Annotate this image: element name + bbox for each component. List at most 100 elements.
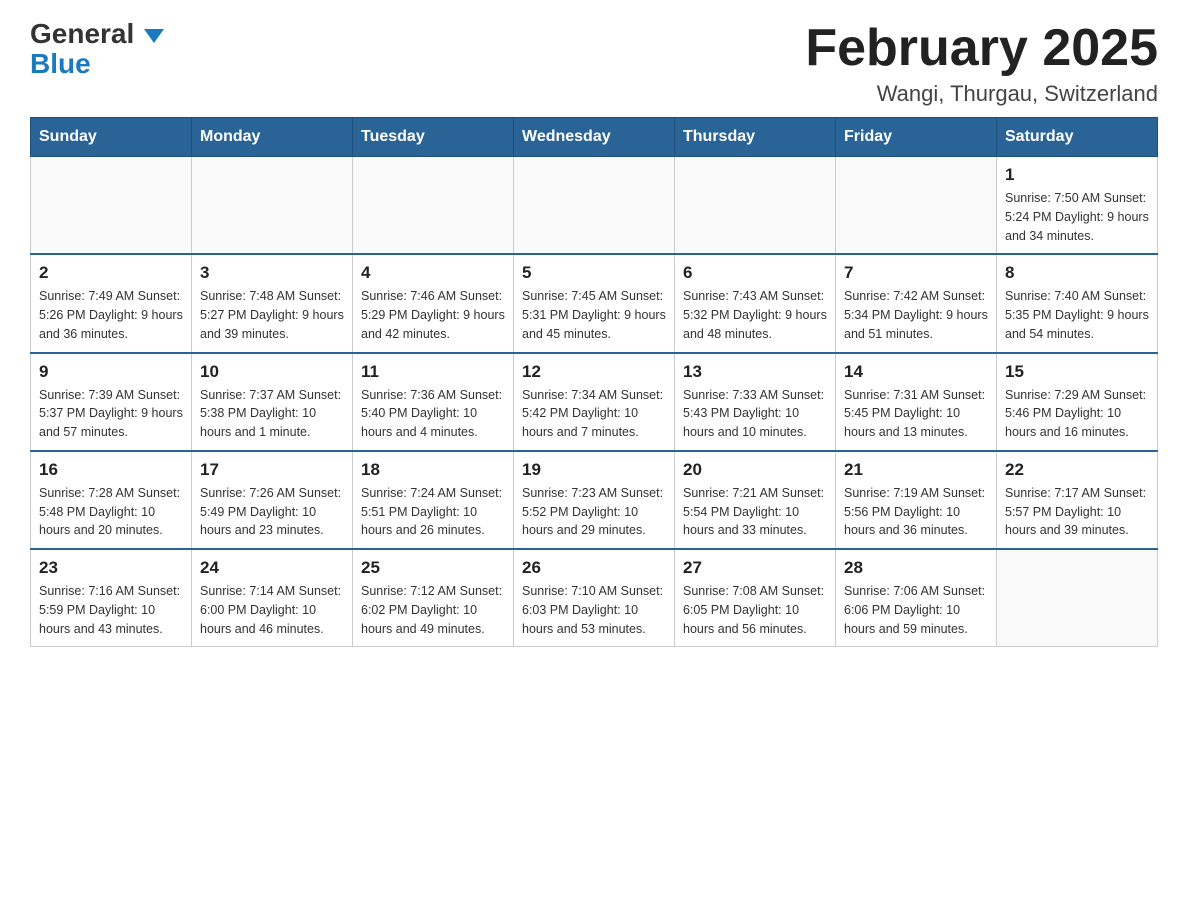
calendar-day-cell — [997, 549, 1158, 647]
day-info: Sunrise: 7:37 AM Sunset: 5:38 PM Dayligh… — [200, 386, 344, 442]
calendar-day-cell — [675, 157, 836, 255]
calendar-day-cell: 3 Sunrise: 7:48 AM Sunset: 5:27 PM Daylig… — [192, 254, 353, 352]
day-number: 25 — [361, 558, 505, 578]
day-info: Sunrise: 7:16 AM Sunset: 5:59 PM Dayligh… — [39, 582, 183, 638]
day-number: 20 — [683, 460, 827, 480]
calendar-day-cell: 27 Sunrise: 7:08 AM Sunset: 6:05 PM Dayli… — [675, 549, 836, 647]
day-info: Sunrise: 7:50 AM Sunset: 5:24 PM Dayligh… — [1005, 189, 1149, 245]
day-info: Sunrise: 7:49 AM Sunset: 5:26 PM Dayligh… — [39, 287, 183, 343]
calendar-day-cell: 8 Sunrise: 7:40 AM Sunset: 5:35 PM Daylig… — [997, 254, 1158, 352]
calendar-week-row: 1 Sunrise: 7:50 AM Sunset: 5:24 PM Daylig… — [31, 157, 1158, 255]
day-number: 7 — [844, 263, 988, 283]
calendar-day-cell — [836, 157, 997, 255]
calendar-day-cell: 2 Sunrise: 7:49 AM Sunset: 5:26 PM Daylig… — [31, 254, 192, 352]
calendar-day-cell — [192, 157, 353, 255]
calendar-day-cell: 21Sunrise: 7:19 AM Sunset: 5:56 PM Dayli… — [836, 451, 997, 549]
logo-blue-text: Blue — [30, 48, 91, 80]
calendar-week-row: 9 Sunrise: 7:39 AM Sunset: 5:37 PM Daylig… — [31, 353, 1158, 451]
calendar-day-cell — [353, 157, 514, 255]
calendar-day-cell: 24Sunrise: 7:14 AM Sunset: 6:00 PM Dayli… — [192, 549, 353, 647]
day-of-week-header: Wednesday — [514, 118, 675, 157]
calendar-day-cell: 14Sunrise: 7:31 AM Sunset: 5:45 PM Dayli… — [836, 353, 997, 451]
calendar-day-cell: 5 Sunrise: 7:45 AM Sunset: 5:31 PM Daylig… — [514, 254, 675, 352]
day-info: Sunrise: 7:26 AM Sunset: 5:49 PM Dayligh… — [200, 484, 344, 540]
day-info: Sunrise: 7:40 AM Sunset: 5:35 PM Dayligh… — [1005, 287, 1149, 343]
calendar-day-cell: 4 Sunrise: 7:46 AM Sunset: 5:29 PM Daylig… — [353, 254, 514, 352]
day-info: Sunrise: 7:06 AM Sunset: 6:06 PM Dayligh… — [844, 582, 988, 638]
day-number: 3 — [200, 263, 344, 283]
calendar-day-cell: 22 Sunrise: 7:17 AM Sunset: 5:57 PM Dayli… — [997, 451, 1158, 549]
calendar-day-cell: 12Sunrise: 7:34 AM Sunset: 5:42 PM Dayli… — [514, 353, 675, 451]
day-info: Sunrise: 7:46 AM Sunset: 5:29 PM Dayligh… — [361, 287, 505, 343]
day-info: Sunrise: 7:10 AM Sunset: 6:03 PM Dayligh… — [522, 582, 666, 638]
calendar-header-row: SundayMondayTuesdayWednesdayThursdayFrid… — [31, 118, 1158, 157]
day-info: Sunrise: 7:08 AM Sunset: 6:05 PM Dayligh… — [683, 582, 827, 638]
day-info: Sunrise: 7:45 AM Sunset: 5:31 PM Dayligh… — [522, 287, 666, 343]
calendar-day-cell: 23Sunrise: 7:16 AM Sunset: 5:59 PM Dayli… — [31, 549, 192, 647]
day-number: 4 — [361, 263, 505, 283]
location-subtitle: Wangi, Thurgau, Switzerland — [805, 81, 1158, 107]
day-info: Sunrise: 7:43 AM Sunset: 5:32 PM Dayligh… — [683, 287, 827, 343]
calendar-day-cell: 20 Sunrise: 7:21 AM Sunset: 5:54 PM Dayli… — [675, 451, 836, 549]
day-number: 19 — [522, 460, 666, 480]
day-info: Sunrise: 7:17 AM Sunset: 5:57 PM Dayligh… — [1005, 484, 1149, 540]
day-number: 10 — [200, 362, 344, 382]
calendar-day-cell: 25 Sunrise: 7:12 AM Sunset: 6:02 PM Dayli… — [353, 549, 514, 647]
day-info: Sunrise: 7:34 AM Sunset: 5:42 PM Dayligh… — [522, 386, 666, 442]
day-number: 22 — [1005, 460, 1149, 480]
calendar-day-cell: 7 Sunrise: 7:42 AM Sunset: 5:34 PM Daylig… — [836, 254, 997, 352]
day-number: 26 — [522, 558, 666, 578]
day-number: 21 — [844, 460, 988, 480]
calendar-day-cell — [514, 157, 675, 255]
day-number: 1 — [1005, 165, 1149, 185]
day-number: 18 — [361, 460, 505, 480]
day-number: 9 — [39, 362, 183, 382]
day-number: 24 — [200, 558, 344, 578]
logo-general-text: General — [30, 20, 164, 48]
day-info: Sunrise: 7:21 AM Sunset: 5:54 PM Dayligh… — [683, 484, 827, 540]
day-info: Sunrise: 7:36 AM Sunset: 5:40 PM Dayligh… — [361, 386, 505, 442]
day-number: 2 — [39, 263, 183, 283]
day-info: Sunrise: 7:48 AM Sunset: 5:27 PM Dayligh… — [200, 287, 344, 343]
day-of-week-header: Saturday — [997, 118, 1158, 157]
calendar-day-cell: 9 Sunrise: 7:39 AM Sunset: 5:37 PM Daylig… — [31, 353, 192, 451]
calendar-day-cell: 6 Sunrise: 7:43 AM Sunset: 5:32 PM Daylig… — [675, 254, 836, 352]
day-info: Sunrise: 7:39 AM Sunset: 5:37 PM Dayligh… — [39, 386, 183, 442]
day-info: Sunrise: 7:12 AM Sunset: 6:02 PM Dayligh… — [361, 582, 505, 638]
day-number: 27 — [683, 558, 827, 578]
day-info: Sunrise: 7:33 AM Sunset: 5:43 PM Dayligh… — [683, 386, 827, 442]
calendar-day-cell: 16Sunrise: 7:28 AM Sunset: 5:48 PM Dayli… — [31, 451, 192, 549]
title-section: February 2025 Wangi, Thurgau, Switzerlan… — [805, 20, 1158, 107]
calendar-week-row: 16Sunrise: 7:28 AM Sunset: 5:48 PM Dayli… — [31, 451, 1158, 549]
calendar-day-cell: 18 Sunrise: 7:24 AM Sunset: 5:51 PM Dayli… — [353, 451, 514, 549]
calendar-day-cell: 13Sunrise: 7:33 AM Sunset: 5:43 PM Dayli… — [675, 353, 836, 451]
calendar-table: SundayMondayTuesdayWednesdayThursdayFrid… — [30, 117, 1158, 647]
day-info: Sunrise: 7:24 AM Sunset: 5:51 PM Dayligh… — [361, 484, 505, 540]
calendar-day-cell — [31, 157, 192, 255]
logo-triangle-icon — [144, 29, 164, 43]
day-info: Sunrise: 7:42 AM Sunset: 5:34 PM Dayligh… — [844, 287, 988, 343]
day-info: Sunrise: 7:29 AM Sunset: 5:46 PM Dayligh… — [1005, 386, 1149, 442]
day-number: 17 — [200, 460, 344, 480]
day-number: 6 — [683, 263, 827, 283]
page-header: General Blue February 2025 Wangi, Thurga… — [30, 20, 1158, 107]
month-title: February 2025 — [805, 20, 1158, 77]
day-number: 16 — [39, 460, 183, 480]
day-number: 8 — [1005, 263, 1149, 283]
day-info: Sunrise: 7:23 AM Sunset: 5:52 PM Dayligh… — [522, 484, 666, 540]
day-number: 5 — [522, 263, 666, 283]
calendar-day-cell: 10 Sunrise: 7:37 AM Sunset: 5:38 PM Dayli… — [192, 353, 353, 451]
logo: General Blue — [30, 20, 164, 80]
calendar-day-cell: 1 Sunrise: 7:50 AM Sunset: 5:24 PM Daylig… — [997, 157, 1158, 255]
day-of-week-header: Thursday — [675, 118, 836, 157]
calendar-day-cell: 28 Sunrise: 7:06 AM Sunset: 6:06 PM Dayli… — [836, 549, 997, 647]
day-number: 15 — [1005, 362, 1149, 382]
calendar-day-cell: 17 Sunrise: 7:26 AM Sunset: 5:49 PM Dayli… — [192, 451, 353, 549]
day-of-week-header: Monday — [192, 118, 353, 157]
calendar-day-cell: 19 Sunrise: 7:23 AM Sunset: 5:52 PM Dayli… — [514, 451, 675, 549]
calendar-day-cell: 15 Sunrise: 7:29 AM Sunset: 5:46 PM Dayli… — [997, 353, 1158, 451]
calendar-day-cell: 11Sunrise: 7:36 AM Sunset: 5:40 PM Dayli… — [353, 353, 514, 451]
day-number: 28 — [844, 558, 988, 578]
calendar-week-row: 23Sunrise: 7:16 AM Sunset: 5:59 PM Dayli… — [31, 549, 1158, 647]
day-info: Sunrise: 7:31 AM Sunset: 5:45 PM Dayligh… — [844, 386, 988, 442]
